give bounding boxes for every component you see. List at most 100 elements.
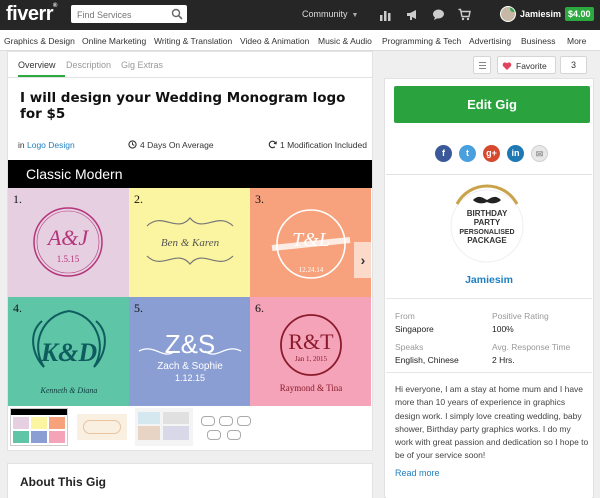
tab-gig-extras[interactable]: Gig Extras bbox=[121, 60, 163, 70]
balance-badge[interactable]: $4.00 bbox=[565, 7, 594, 21]
menu-button[interactable] bbox=[473, 56, 491, 74]
favorite-label: Favorite bbox=[516, 61, 547, 71]
gallery-banner: Classic Modern bbox=[8, 160, 372, 188]
delivery-text: 4 Days On Average bbox=[140, 140, 214, 150]
chevron-down-icon: ▼ bbox=[351, 12, 359, 19]
email-icon[interactable]: ✉ bbox=[531, 145, 548, 162]
speaks-value: English, Chinese bbox=[395, 355, 459, 365]
tab-description[interactable]: Description bbox=[66, 60, 111, 70]
category-more[interactable]: More bbox=[567, 36, 586, 46]
category-programming-tech[interactable]: Programming & Tech bbox=[382, 36, 461, 46]
category-writing-translation[interactable]: Writing & Translation bbox=[154, 36, 232, 46]
category-nav: Graphics & Design Online Marketing Writi… bbox=[0, 30, 600, 51]
chat-icon[interactable] bbox=[432, 8, 445, 21]
username[interactable]: Jamiesim bbox=[520, 9, 561, 19]
rating-value: 100% bbox=[492, 324, 514, 334]
monogram-a-j: A&J 1.5.15 bbox=[33, 207, 103, 277]
response-label: Avg. Response Time bbox=[492, 342, 571, 352]
monogram-names: Zach & Sophie bbox=[157, 361, 223, 372]
speaks-label: Speaks bbox=[395, 342, 424, 352]
thumbnail-1[interactable] bbox=[10, 408, 68, 446]
linkedin-icon[interactable]: in bbox=[507, 145, 524, 162]
modifications-text: 1 Modification Included bbox=[280, 140, 367, 150]
bar-chart-icon[interactable] bbox=[379, 8, 392, 21]
community-label: Community bbox=[302, 9, 348, 19]
divider bbox=[386, 372, 592, 373]
sample-number: 2. bbox=[134, 192, 143, 206]
about-heading: About This Gig bbox=[20, 475, 106, 489]
monogram-names: Kenneth & Diana bbox=[40, 386, 98, 395]
category-advertising[interactable]: Advertising bbox=[469, 36, 511, 46]
divider bbox=[386, 298, 592, 299]
category-link[interactable]: Logo Design bbox=[27, 140, 75, 150]
sample-3: 3. T&L 12.24.14 bbox=[250, 188, 371, 297]
gig-gallery-image[interactable]: Classic Modern 1. A&J 1.5.15 2. Ben & Ka… bbox=[8, 160, 372, 406]
thumbnail-2[interactable] bbox=[73, 408, 131, 446]
cart-icon[interactable] bbox=[458, 8, 471, 21]
heart-icon bbox=[502, 62, 512, 70]
logo-text: fiverr bbox=[6, 3, 54, 25]
active-tab-indicator bbox=[18, 75, 65, 77]
gig-tabs: Overview Description Gig Extras bbox=[8, 52, 372, 78]
logo-line: PACKAGE bbox=[467, 236, 507, 245]
monogram-text: A&J bbox=[46, 225, 90, 250]
community-menu[interactable]: Community ▼ bbox=[302, 9, 358, 19]
megaphone-icon[interactable] bbox=[406, 8, 419, 21]
favorite-button[interactable]: Favorite bbox=[497, 56, 556, 74]
logo-line: PERSONALISED bbox=[459, 229, 514, 236]
category-prefix: in bbox=[18, 140, 25, 150]
sample-5: 5. Z&S Zach & Sophie 1.12.15 bbox=[129, 297, 250, 406]
logo-line: BIRTHDAY bbox=[467, 209, 508, 218]
sample-2: 2. Ben & Karen bbox=[129, 188, 250, 297]
clock-icon bbox=[128, 140, 137, 149]
sample-number: 1. bbox=[13, 192, 22, 206]
category-music-audio[interactable]: Music & Audio bbox=[318, 36, 372, 46]
edit-gig-button[interactable]: Edit Gig bbox=[394, 86, 590, 123]
twitter-icon[interactable]: t bbox=[459, 145, 476, 162]
from-label: From bbox=[395, 311, 415, 321]
fiverr-logo[interactable]: fiverr® bbox=[6, 3, 57, 26]
search-input[interactable] bbox=[71, 6, 167, 24]
monogram-z-s: Z&S Zach & Sophie 1.12.15 bbox=[138, 329, 242, 383]
monogram-date: 1.12.15 bbox=[175, 373, 205, 383]
monogram-text: T&L bbox=[292, 229, 330, 251]
response-value: 2 Hrs. bbox=[492, 355, 515, 365]
logo-mark: ® bbox=[53, 3, 57, 9]
gig-title: I will design your Wedding Monogram logo… bbox=[20, 90, 346, 122]
google-plus-icon[interactable]: g+ bbox=[483, 145, 500, 162]
seller-logo[interactable]: BIRTHDAY PARTY PERSONALISED PACKAGE bbox=[449, 182, 525, 266]
seller-bio: Hi everyone, I am a stay at home mum and… bbox=[395, 384, 589, 461]
seller-name[interactable]: Jamiesim bbox=[386, 274, 592, 286]
monogram-r-t: R&T Jan 1, 2015 Raymond & Tina bbox=[280, 314, 343, 393]
category-video-animation[interactable]: Video & Animation bbox=[240, 36, 309, 46]
monogram-k-d: K&D Kenneth & Diana bbox=[32, 310, 106, 395]
from-value: Singapore bbox=[395, 324, 434, 334]
sample-number: 4. bbox=[13, 301, 22, 315]
avatar[interactable] bbox=[500, 6, 516, 22]
search-icon[interactable] bbox=[171, 8, 183, 20]
monogram-names: Raymond & Tina bbox=[280, 383, 343, 393]
read-more-link[interactable]: Read more bbox=[395, 468, 440, 478]
sample-number: 6. bbox=[255, 301, 264, 315]
category-graphics-design[interactable]: Graphics & Design bbox=[4, 36, 75, 46]
monogram-text: Z&S bbox=[165, 329, 216, 359]
top-bar: fiverr® Community▼ Jamiesim $4.00 bbox=[0, 0, 600, 30]
category-business[interactable]: Business bbox=[521, 36, 556, 46]
gallery-thumbnails bbox=[8, 408, 372, 450]
monogram-date: 1.5.15 bbox=[57, 254, 80, 264]
gallery-next-button[interactable]: › bbox=[354, 242, 372, 278]
favorite-count: 3 bbox=[560, 56, 587, 74]
rating-label: Positive Rating bbox=[492, 311, 549, 321]
search-box bbox=[71, 5, 187, 24]
monogram-ben-karen: Ben & Karen bbox=[146, 217, 234, 265]
category-online-marketing[interactable]: Online Marketing bbox=[82, 36, 146, 46]
monogram-date: 12.24.14 bbox=[299, 266, 324, 274]
monogram-date: Jan 1, 2015 bbox=[295, 355, 328, 363]
delivery-time: 4 Days On Average bbox=[128, 140, 214, 154]
thumbnail-4[interactable] bbox=[197, 408, 255, 446]
monogram-text: K&D bbox=[40, 338, 98, 367]
thumbnail-3[interactable] bbox=[135, 408, 193, 446]
facebook-icon[interactable]: f bbox=[435, 145, 452, 162]
sample-number: 3. bbox=[255, 192, 264, 206]
tab-overview[interactable]: Overview bbox=[18, 60, 56, 70]
